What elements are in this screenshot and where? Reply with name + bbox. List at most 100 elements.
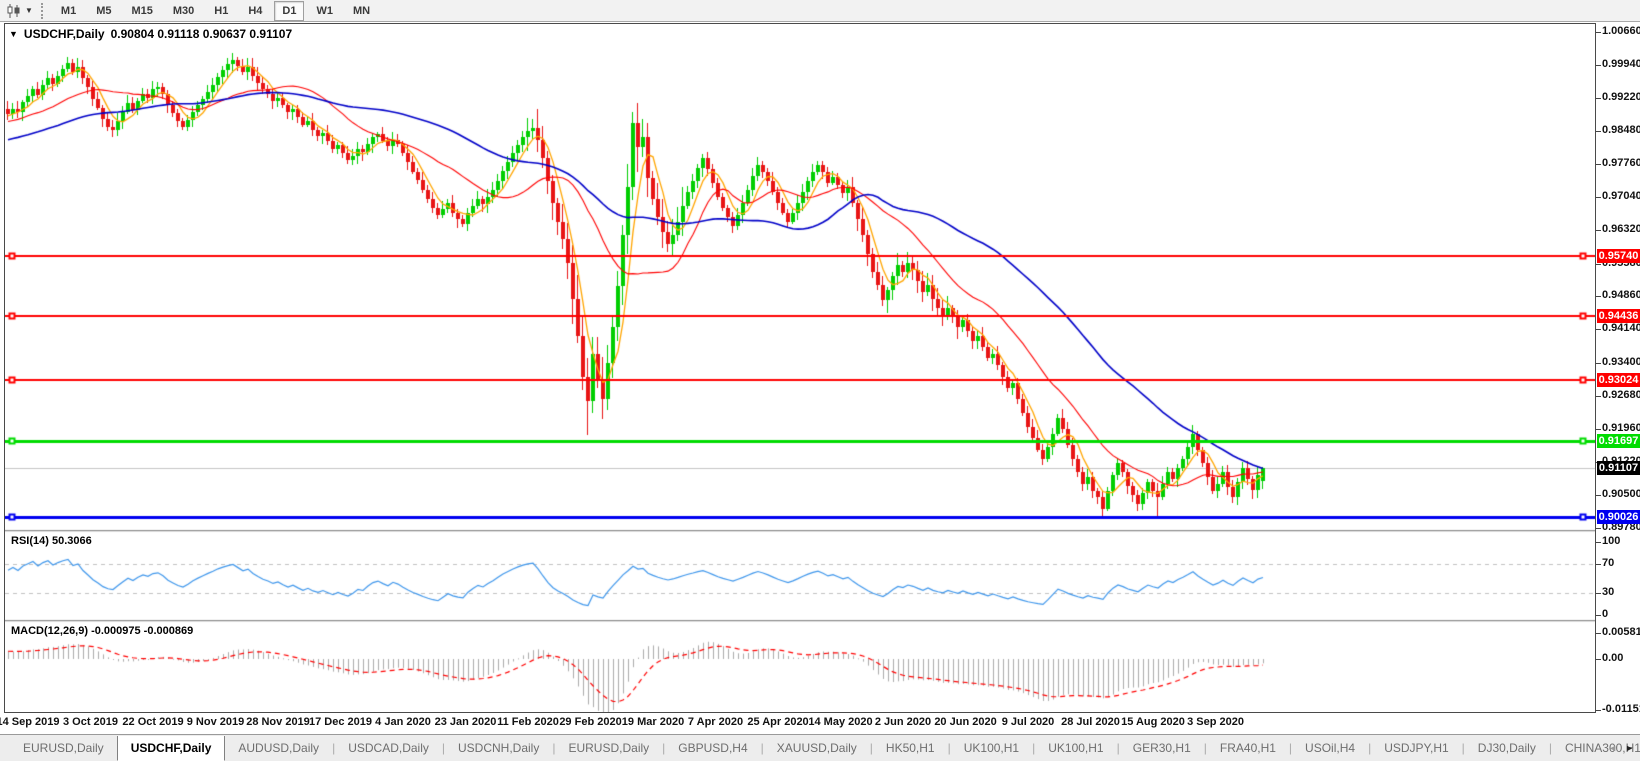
price-axis-tick: 0.97040	[1602, 190, 1640, 202]
rsi-axis-tick: 0	[1602, 608, 1608, 620]
price-axis-tick: 0.97760	[1602, 157, 1640, 169]
macd-axis-tick: 0.00	[1602, 652, 1623, 664]
date-axis-label: 3 Oct 2019	[63, 716, 118, 728]
candlestick-chart-icon[interactable]	[4, 3, 24, 19]
chart-tab-usdjpy-h1[interactable]: USDJPY,H1	[1371, 735, 1461, 761]
price-axis-tick: 0.90500	[1602, 488, 1640, 500]
timeframe-button-h1[interactable]: H1	[206, 1, 236, 21]
axis-tick-mark	[1596, 32, 1601, 33]
axis-tick-mark	[1596, 329, 1601, 330]
date-axis-label: 15 Aug 2020	[1121, 716, 1185, 728]
axis-tick-mark	[1596, 264, 1601, 265]
top-toolbar: ▼ M1M5M15M30H1H4D1W1MN	[0, 0, 1640, 22]
chart-tab-hk50-h1[interactable]: HK50,H1	[873, 735, 948, 761]
date-axis-label: 3 Sep 2020	[1187, 716, 1244, 728]
price-axis-tick: 0.99940	[1602, 58, 1640, 70]
axis-tick-mark	[1596, 710, 1601, 711]
axis-tick-mark	[1596, 363, 1601, 364]
chart-tab-dj30-daily[interactable]: DJ30,Daily	[1465, 735, 1549, 761]
price-axis-tick: 0.94140	[1602, 322, 1640, 334]
axis-tick-mark	[1596, 296, 1601, 297]
date-axis-label: 29 Feb 2020	[559, 716, 621, 728]
level-price-tag: 0.93024	[1597, 373, 1640, 387]
level-price-tag: 0.90026	[1597, 510, 1640, 524]
rsi-axis-tick: 30	[1602, 586, 1614, 598]
axis-tick-mark	[1596, 633, 1601, 634]
date-axis-label: 11 Feb 2020	[497, 716, 559, 728]
price-axis-tick: 0.93400	[1602, 356, 1640, 368]
toolbar-grip	[41, 3, 43, 19]
timeframe-button-m30[interactable]: M30	[165, 1, 202, 21]
chart-tab-xauusd-daily[interactable]: XAUUSD,Daily	[764, 735, 870, 761]
chart-tab-eurusd-daily[interactable]: EURUSD,Daily	[555, 735, 662, 761]
date-axis-label: 28 Nov 2019	[246, 716, 310, 728]
price-axis-tick: 0.99220	[1602, 91, 1640, 103]
price-axis-tick: 1.00660	[1602, 25, 1640, 37]
level-price-tag: 0.94436	[1597, 309, 1640, 323]
date-axis-label: 19 Mar 2020	[622, 716, 684, 728]
price-axis-tick: 0.96320	[1602, 223, 1640, 235]
axis-tick-mark	[1596, 615, 1601, 616]
date-axis-label: 17 Dec 2019	[309, 716, 372, 728]
timeframe-button-m15[interactable]: M15	[123, 1, 160, 21]
chart-window: ▼ USDCHF,Daily 0.90804 0.91118 0.90637 0…	[4, 23, 1596, 713]
price-axis-tick: 0.92680	[1602, 389, 1640, 401]
chart-tab-usdcnh-daily[interactable]: USDCNH,Daily	[445, 735, 552, 761]
chart-title-dropdown-icon[interactable]: ▼	[9, 29, 18, 39]
date-axis: 14 Sep 20193 Oct 201922 Oct 20199 Nov 20…	[0, 713, 1640, 734]
axis-tick-mark	[1596, 659, 1601, 660]
date-axis-label: 14 May 2020	[808, 716, 872, 728]
chart-tab-usdchf-daily[interactable]: USDCHF,Daily	[117, 736, 226, 761]
tab-scroll-right-icon[interactable]: ►	[1625, 743, 1634, 753]
chart-type-dropdown-arrow[interactable]: ▼	[25, 6, 33, 15]
price-axis-tick: 0.91960	[1602, 422, 1640, 434]
axis-tick-mark	[1596, 429, 1601, 430]
axis-tick-mark	[1596, 564, 1601, 565]
tab-scroll-left-icon[interactable]: ◄	[1608, 743, 1617, 753]
chart-title-ohlc: 0.90804 0.91118 0.90637 0.91107	[111, 27, 293, 41]
price-chart-canvas[interactable]	[5, 24, 1595, 712]
axis-tick-mark	[1596, 528, 1601, 529]
timeframe-button-m1[interactable]: M1	[53, 1, 84, 21]
date-axis-label: 9 Nov 2019	[187, 716, 244, 728]
chart-tab-uk100-h1[interactable]: UK100,H1	[951, 735, 1032, 761]
chart-tab-gbpusd-h4[interactable]: GBPUSD,H4	[665, 735, 760, 761]
chart-tab-eurusd-daily[interactable]: EURUSD,Daily	[10, 735, 117, 761]
chart-tab-bar: EURUSD,DailyUSDCHF,DailyAUDUSD,Daily|USD…	[0, 734, 1640, 761]
axis-tick-mark	[1596, 542, 1601, 543]
axis-tick-mark	[1596, 98, 1601, 99]
chart-tab-usoil-h4[interactable]: USOil,H4	[1292, 735, 1368, 761]
chart-tab-audusd-daily[interactable]: AUDUSD,Daily	[225, 735, 332, 761]
axis-tick-mark	[1596, 197, 1601, 198]
level-price-tag: 0.95740	[1597, 249, 1640, 263]
tab-scroll-arrows: ◄ ►	[1608, 734, 1634, 761]
chart-tab-uk100-h1[interactable]: UK100,H1	[1035, 735, 1116, 761]
chart-tab-ger30-h1[interactable]: GER30,H1	[1120, 735, 1204, 761]
price-axis-tick: 0.98480	[1602, 124, 1640, 136]
date-axis-label: 7 Apr 2020	[688, 716, 743, 728]
axis-tick-mark	[1596, 495, 1601, 496]
axis-tick-mark	[1596, 230, 1601, 231]
level-price-tag: 0.91697	[1597, 434, 1640, 448]
chart-tab-fra40-h1[interactable]: FRA40,H1	[1207, 735, 1289, 761]
timeframe-button-h4[interactable]: H4	[240, 1, 270, 21]
date-axis-label: 9 Jul 2020	[1002, 716, 1055, 728]
chart-title[interactable]: ▼ USDCHF,Daily 0.90804 0.91118 0.90637 0…	[9, 27, 292, 41]
date-axis-label: 28 Jul 2020	[1061, 716, 1120, 728]
axis-tick-mark	[1596, 396, 1601, 397]
current-price-tag: 0.91107	[1597, 461, 1640, 475]
timeframe-button-mn[interactable]: MN	[345, 1, 378, 21]
rsi-label: RSI(14) 50.3066	[11, 535, 92, 547]
axis-tick-mark	[1596, 164, 1601, 165]
date-axis-label: 25 Apr 2020	[747, 716, 808, 728]
timeframe-button-d1[interactable]: D1	[274, 1, 304, 21]
chart-tab-usdcad-daily[interactable]: USDCAD,Daily	[335, 735, 442, 761]
macd-label: MACD(12,26,9) -0.000975 -0.000869	[11, 625, 193, 637]
axis-tick-mark	[1596, 593, 1601, 594]
price-axis-tick: 0.94860	[1602, 289, 1640, 301]
date-axis-label: 22 Oct 2019	[122, 716, 183, 728]
timeframe-button-m5[interactable]: M5	[88, 1, 119, 21]
timeframe-button-w1[interactable]: W1	[308, 1, 341, 21]
date-axis-label: 23 Jan 2020	[435, 716, 497, 728]
macd-axis-tick: 0.005818	[1602, 626, 1640, 638]
